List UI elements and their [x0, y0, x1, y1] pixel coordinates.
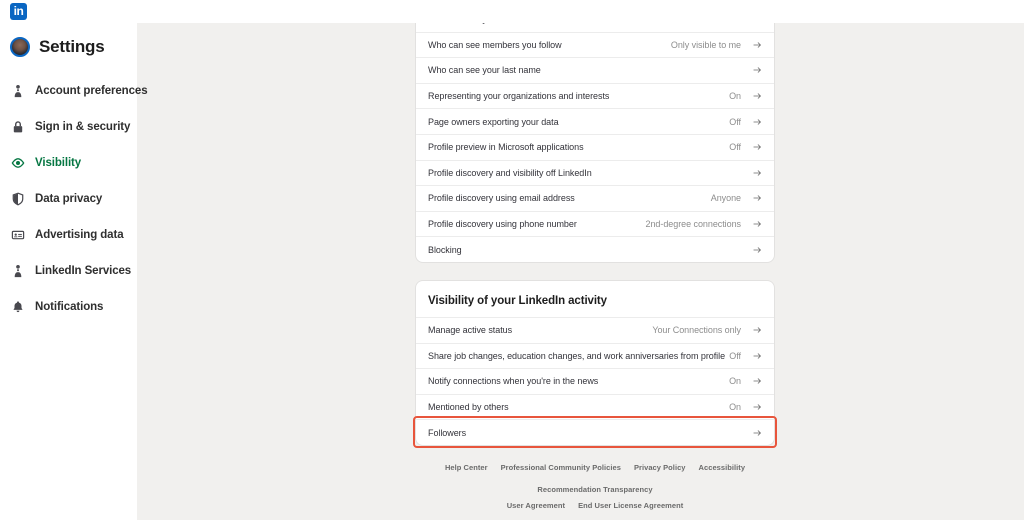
linkedin-activity-visibility-card: Visibility of your LinkedIn activity Man…	[413, 281, 777, 448]
setting-value: 2nd-degree connections	[645, 219, 742, 230]
settings-sidebar: Settings Account preferences Sign in & s…	[0, 0, 148, 520]
person-icon	[11, 264, 25, 278]
main-content: Who can see your connections Off Who can…	[137, 23, 1024, 520]
footer-link-recommendation-transparency[interactable]: Recommendation Transparency	[537, 485, 652, 494]
sidebar-nav-list: Account preferences Sign in & security V…	[0, 73, 148, 325]
sidebar-item-visibility[interactable]: Visibility	[0, 145, 137, 181]
page-title: Settings	[39, 37, 105, 56]
setting-value: Off	[729, 142, 741, 153]
setting-row-blocking[interactable]: Blocking	[416, 236, 774, 262]
setting-label: Followers	[428, 427, 467, 438]
setting-label: Notify connections when you're in the ne…	[428, 376, 599, 387]
setting-value: On	[729, 402, 741, 413]
setting-value: Anyone	[710, 193, 741, 204]
setting-label: Who can see your connections	[428, 23, 729, 24]
chevron-right-icon	[752, 325, 762, 335]
chevron-right-icon	[752, 376, 762, 386]
chevron-right-icon	[752, 168, 762, 178]
sidebar-item-label: Advertising data	[35, 229, 124, 241]
chevron-right-icon	[752, 23, 762, 24]
footer-link-help-center[interactable]: Help Center	[445, 463, 488, 472]
linkedin-logo-icon[interactable]: in	[10, 3, 27, 20]
sidebar-item-label: Notifications	[35, 301, 104, 313]
footer-links-row-1: Help Center Professional Community Polic…	[416, 463, 774, 494]
setting-value: Off	[729, 350, 741, 361]
sidebar-item-label: Visibility	[35, 157, 82, 169]
chevron-right-icon	[752, 65, 762, 75]
setting-label: Who can see members you follow	[428, 39, 562, 50]
setting-value: Off	[729, 116, 741, 127]
setting-value: Only visible to me	[670, 39, 741, 50]
chevron-right-icon	[752, 40, 762, 50]
chevron-right-icon	[752, 142, 762, 152]
lock-icon	[11, 120, 25, 134]
sidebar-item-account-preferences[interactable]: Account preferences	[0, 73, 148, 109]
setting-value: On	[729, 91, 741, 102]
top-navigation-bar: in	[0, 0, 1024, 23]
footer-link-user-agreement[interactable]: User Agreement	[507, 501, 565, 510]
setting-label: Who can see your last name	[428, 65, 541, 76]
chevron-right-icon	[752, 91, 762, 101]
bell-icon	[11, 300, 25, 314]
setting-label: Mentioned by others	[428, 402, 509, 413]
setting-label: Blocking	[428, 244, 462, 255]
person-icon	[11, 84, 25, 98]
sidebar-item-sign-in-security[interactable]: Sign in & security	[0, 109, 137, 145]
setting-label: Representing your organizations and inte…	[428, 91, 610, 102]
sidebar-item-label: LinkedIn Services	[35, 265, 132, 277]
setting-label: Profile discovery and visibility off Lin…	[428, 167, 592, 178]
setting-row-profile-discovery-using-email-address[interactable]: Profile discovery using email address An…	[416, 185, 774, 211]
settings-header: Settings	[0, 23, 137, 57]
chevron-right-icon	[752, 117, 762, 127]
sidebar-item-data-privacy[interactable]: Data privacy	[0, 181, 137, 217]
setting-row-mentioned-by-others[interactable]: Mentioned by others On	[416, 393, 774, 420]
setting-row-who-can-see-your-connections[interactable]: Who can see your connections Off	[416, 23, 774, 32]
chevron-right-icon	[752, 219, 762, 229]
chevron-right-icon	[752, 193, 762, 203]
footer-link-professional-community-policies[interactable]: Professional Community Policies	[501, 463, 621, 472]
sidebar-item-advertising-data[interactable]: Advertising data	[0, 217, 137, 253]
shield-icon	[11, 192, 25, 206]
setting-label: Share job changes, education changes, an…	[428, 350, 726, 361]
setting-row-profile-discovery-using-phone-number[interactable]: Profile discovery using phone number 2nd…	[416, 210, 774, 237]
setting-label: Profile discovery using email address	[428, 193, 575, 204]
chevron-right-icon	[752, 245, 762, 255]
setting-row-representing-your-organizations-and-interests[interactable]: Representing your organizations and inte…	[416, 82, 774, 109]
setting-row-manage-active-status[interactable]: Manage active status Your Connections on…	[416, 317, 774, 343]
setting-value: Off	[729, 23, 741, 24]
sidebar-item-notifications[interactable]: Notifications	[0, 289, 137, 325]
setting-label: Profile preview in Microsoft application…	[428, 142, 584, 153]
sidebar-item-label: Data privacy	[35, 193, 103, 205]
eye-icon	[11, 156, 25, 170]
setting-row-profile-preview-in-microsoft-applications[interactable]: Profile preview in Microsoft application…	[416, 133, 774, 160]
footer-link-end-user-license-agreement[interactable]: End User License Agreement	[578, 501, 683, 510]
page-footer: Help Center Professional Community Polic…	[416, 463, 774, 520]
setting-row-share-job-changes[interactable]: Share job changes, education changes, an…	[416, 342, 774, 369]
setting-row-who-can-see-your-last-name[interactable]: Who can see your last name	[416, 57, 774, 83]
section-title: Visibility of your LinkedIn activity	[428, 295, 607, 307]
setting-label: Page owners exporting your data	[428, 116, 559, 127]
setting-row-notify-connections-when-youre-in-the-news[interactable]: Notify connections when you're in the ne…	[416, 368, 774, 394]
profile-visibility-card: Who can see your connections Off Who can…	[416, 23, 774, 262]
footer-links-row-2: User Agreement End User License Agreemen…	[416, 501, 774, 510]
setting-row-page-owners-exporting-your-data[interactable]: Page owners exporting your data Off	[416, 108, 774, 134]
chevron-right-icon	[752, 428, 762, 438]
setting-row-followers[interactable]: Followers	[413, 416, 777, 448]
sidebar-item-label: Account preferences	[35, 85, 148, 97]
setting-value: On	[729, 376, 741, 387]
setting-row-who-can-see-members-you-follow[interactable]: Who can see members you follow Only visi…	[416, 31, 774, 58]
avatar[interactable]	[10, 37, 30, 57]
setting-label: Profile discovery using phone number	[428, 219, 577, 230]
chevron-right-icon	[752, 351, 762, 361]
id-card-icon	[11, 228, 25, 242]
sidebar-item-linkedin-services[interactable]: LinkedIn Services	[0, 253, 137, 289]
setting-label: Manage active status	[428, 325, 513, 336]
setting-row-profile-discovery-and-visibility-off-linkedin[interactable]: Profile discovery and visibility off Lin…	[416, 159, 774, 186]
footer-link-accessibility[interactable]: Accessibility	[699, 463, 746, 472]
chevron-right-icon	[752, 402, 762, 412]
setting-value: Your Connections only	[652, 325, 741, 336]
sidebar-item-label: Sign in & security	[35, 121, 131, 133]
footer-link-privacy-policy[interactable]: Privacy Policy	[634, 463, 686, 472]
